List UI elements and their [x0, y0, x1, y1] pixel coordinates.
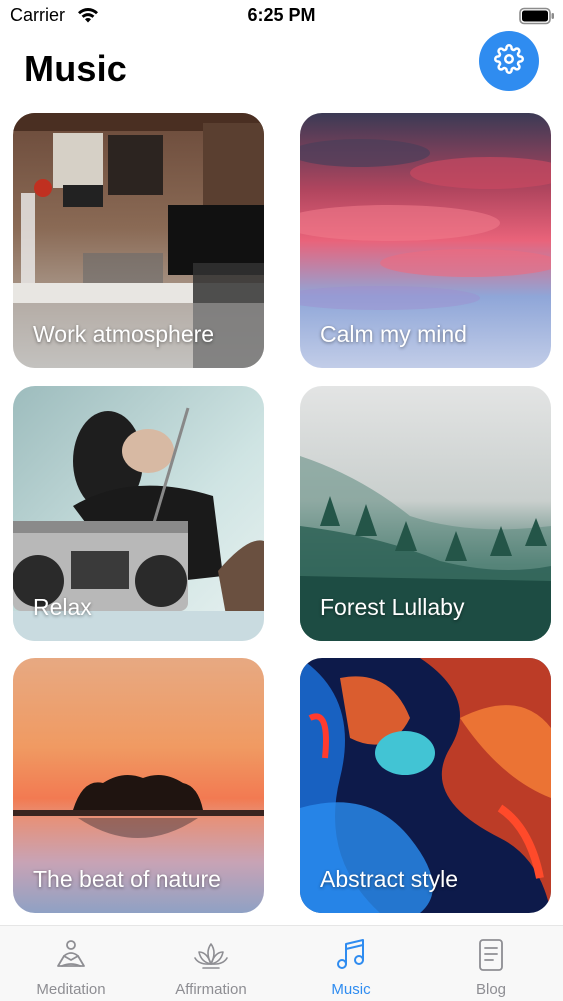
clock: 6:25 PM: [247, 5, 316, 25]
tab-meditation[interactable]: Meditation: [1, 926, 141, 1001]
music-note-icon: [335, 938, 367, 977]
settings-button[interactable]: [479, 31, 539, 91]
page-title: Music: [24, 48, 128, 89]
meditation-icon: [54, 938, 88, 977]
music-card-forest-lullaby[interactable]: Forest Lullaby: [300, 386, 551, 641]
tab-affirmation[interactable]: Affirmation: [141, 926, 281, 1001]
music-card-relax[interactable]: Relax: [13, 386, 264, 641]
card-label: Abstract style: [320, 866, 459, 892]
card-label: Relax: [33, 594, 92, 620]
card-label: The beat of nature: [33, 866, 221, 892]
tab-label: Blog: [475, 981, 507, 998]
music-card-calm-my-mind[interactable]: Calm my mind: [300, 113, 551, 368]
lotus-icon: [193, 938, 229, 977]
tab-blog[interactable]: Blog: [421, 926, 561, 1001]
tab-bar: Meditation Affirmation Music Blog: [0, 925, 563, 1001]
document-icon: [476, 938, 506, 977]
gear-icon: [494, 43, 524, 79]
status-bar: Carrier 6:25 PM: [0, 0, 563, 32]
tab-label: Music: [331, 981, 371, 998]
tab-music[interactable]: Music: [281, 926, 421, 1001]
card-label: Calm my mind: [320, 321, 467, 347]
music-card-the-beat-of-nature[interactable]: The beat of nature: [13, 658, 264, 913]
card-label: Forest Lullaby: [320, 594, 465, 620]
tab-label: Affirmation: [175, 981, 247, 998]
music-card-abstract-style[interactable]: Abstract style: [300, 658, 551, 913]
card-label: Work atmosphere: [33, 321, 215, 347]
battery-icon: [519, 7, 555, 30]
music-card-work-atmosphere[interactable]: Work atmosphere: [13, 113, 264, 368]
tab-label: Meditation: [36, 981, 106, 998]
